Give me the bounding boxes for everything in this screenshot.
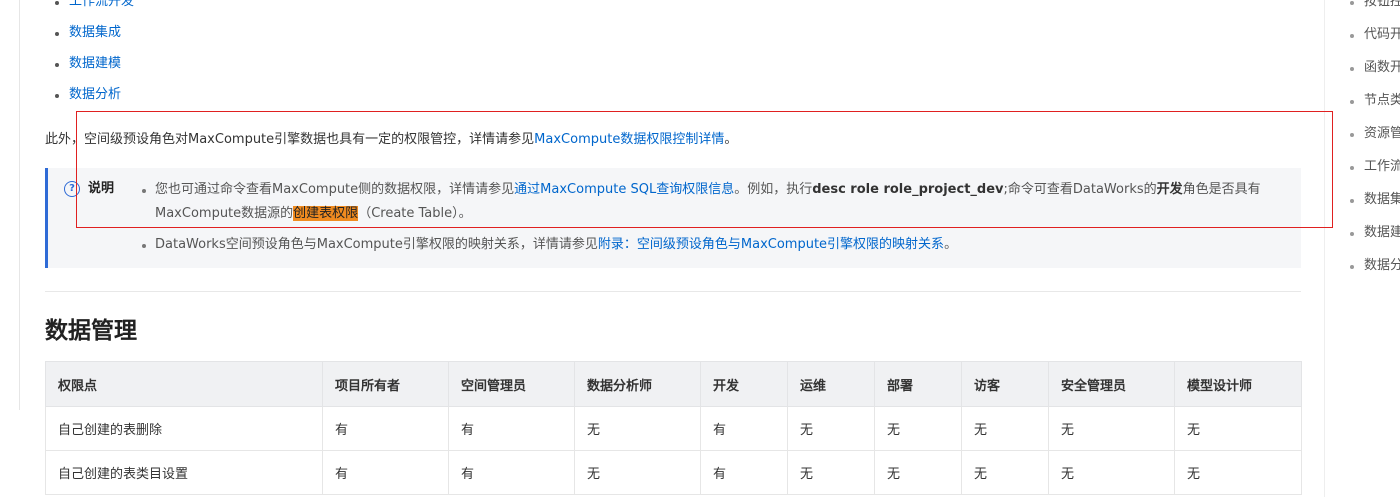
note-item: DataWorks空间预设角色与MaxCompute引擎权限的映射关系，详情请参… bbox=[142, 233, 1292, 257]
column-header: 部署 bbox=[874, 361, 962, 407]
sql-permission-link[interactable]: 通过MaxCompute SQL查询权限信息 bbox=[514, 182, 734, 197]
table-cell: 有 bbox=[448, 406, 575, 451]
column-header: 访客 bbox=[961, 361, 1049, 407]
highlighted-text: 创建表权限 bbox=[293, 206, 359, 221]
maxcompute-permission-link[interactable]: MaxCompute数据权限控制详情 bbox=[534, 132, 724, 147]
note-text: 。 bbox=[944, 237, 958, 252]
paragraph-text: 此外，空间级预设角色对MaxCompute引擎数据也具有一定的权限管控，详情请参… bbox=[45, 132, 535, 147]
toc-item[interactable]: 数据分 bbox=[1350, 256, 1400, 289]
note-text: ;命令可查看DataWorks的 bbox=[1003, 182, 1157, 197]
paragraph-suffix: 。 bbox=[724, 132, 738, 147]
table-row: 自己创建的表删除 有 有 无 有 无 无 无 无 无 bbox=[45, 406, 1302, 451]
doc-link-data-integration[interactable]: 数据集成 bbox=[69, 25, 121, 40]
section-heading: 数据管理 bbox=[45, 318, 137, 344]
note-item: 您也可通过命令查看MaxCompute侧的数据权限，详情请参见通过MaxComp… bbox=[142, 178, 1292, 226]
appendix-mapping-link[interactable]: 附录：空间级预设角色与MaxCompute引擎权限的映射关系 bbox=[598, 237, 944, 252]
table-cell: 有 bbox=[322, 406, 449, 451]
maxcompute-permission-paragraph: 此外，空间级预设角色对MaxCompute引擎数据也具有一定的权限管控，详情请参… bbox=[45, 130, 737, 150]
table-cell: 无 bbox=[787, 450, 875, 495]
table-cell: 无 bbox=[574, 406, 701, 451]
table-cell: 有 bbox=[322, 450, 449, 495]
column-header: 项目所有者 bbox=[322, 361, 449, 407]
column-header: 运维 bbox=[787, 361, 875, 407]
permission-table: 权限点 项目所有者 空间管理员 数据分析师 开发 运维 部署 访客 安全管理员 … bbox=[45, 361, 1302, 495]
toc-item[interactable]: 节点类 bbox=[1350, 91, 1400, 124]
table-cell: 无 bbox=[574, 450, 701, 495]
list-item: 数据建模 bbox=[54, 54, 134, 85]
table-cell: 无 bbox=[1174, 450, 1302, 495]
command-text: desc role role_project_dev bbox=[812, 182, 1004, 197]
table-cell: 自己创建的表删除 bbox=[45, 406, 323, 451]
table-cell: 有 bbox=[700, 450, 788, 495]
note-text: DataWorks空间预设角色与MaxCompute引擎权限的映射关系，详情请参… bbox=[155, 237, 598, 252]
note-text: 您也可通过命令查看MaxCompute侧的数据权限，详情请参见 bbox=[155, 182, 515, 197]
page-toc: 按钮控 代码开 函数开 节点类 资源管 工作流 数据集 数据建 数据分 bbox=[1350, 0, 1400, 289]
table-cell: 无 bbox=[874, 406, 962, 451]
toc-item[interactable]: 工作流 bbox=[1350, 157, 1400, 190]
doc-link-workflow[interactable]: 工作流开发 bbox=[69, 0, 134, 9]
toc-divider bbox=[1324, 0, 1325, 497]
toc-item[interactable]: 代码开 bbox=[1350, 25, 1400, 58]
table-cell: 无 bbox=[961, 450, 1049, 495]
column-header: 开发 bbox=[700, 361, 788, 407]
table-cell: 无 bbox=[874, 450, 962, 495]
question-circle-icon: ? bbox=[64, 181, 80, 197]
column-header: 数据分析师 bbox=[574, 361, 701, 407]
table-cell: 自己创建的表类目设置 bbox=[45, 450, 323, 495]
table-cell: 有 bbox=[700, 406, 788, 451]
table-cell: 无 bbox=[1048, 406, 1175, 451]
note-callout: ? 说明 您也可通过命令查看MaxCompute侧的数据权限，详情请参见通过Ma… bbox=[45, 168, 1301, 268]
toc-item[interactable]: 资源管 bbox=[1350, 124, 1400, 157]
column-header: 模型设计师 bbox=[1174, 361, 1302, 407]
doc-link-data-analysis[interactable]: 数据分析 bbox=[69, 87, 121, 102]
content-left-border bbox=[19, 0, 20, 410]
note-text: 。例如，执行 bbox=[734, 182, 813, 197]
column-header: 空间管理员 bbox=[448, 361, 575, 407]
toc-item[interactable]: 数据集 bbox=[1350, 190, 1400, 223]
doc-link-data-modeling[interactable]: 数据建模 bbox=[69, 56, 121, 71]
toc-item[interactable]: 函数开 bbox=[1350, 58, 1400, 91]
table-cell: 无 bbox=[1048, 450, 1175, 495]
table-cell: 有 bbox=[448, 450, 575, 495]
related-docs-list: 工作流开发 数据集成 数据建模 数据分析 bbox=[54, 0, 134, 116]
table-cell: 无 bbox=[787, 406, 875, 451]
toc-item[interactable]: 按钮控 bbox=[1350, 0, 1400, 25]
table-header-row: 权限点 项目所有者 空间管理员 数据分析师 开发 运维 部署 访客 安全管理员 … bbox=[45, 361, 1302, 407]
note-label: 说明 bbox=[88, 181, 115, 196]
list-item: 工作流开发 bbox=[54, 0, 134, 23]
toc-item[interactable]: 数据建 bbox=[1350, 223, 1400, 256]
section-divider bbox=[45, 291, 1301, 292]
note-text: （Create Table）。 bbox=[358, 206, 472, 221]
list-item: 数据集成 bbox=[54, 23, 134, 54]
column-header: 安全管理员 bbox=[1048, 361, 1175, 407]
column-header: 权限点 bbox=[45, 361, 323, 407]
list-item: 数据分析 bbox=[54, 85, 134, 116]
table-cell: 无 bbox=[1174, 406, 1302, 451]
table-row: 自己创建的表类目设置 有 有 无 有 无 无 无 无 无 bbox=[45, 450, 1302, 495]
table-cell: 无 bbox=[961, 406, 1049, 451]
role-name: 开发 bbox=[1156, 182, 1183, 197]
note-list: 您也可通过命令查看MaxCompute侧的数据权限，详情请参见通过MaxComp… bbox=[142, 178, 1292, 257]
